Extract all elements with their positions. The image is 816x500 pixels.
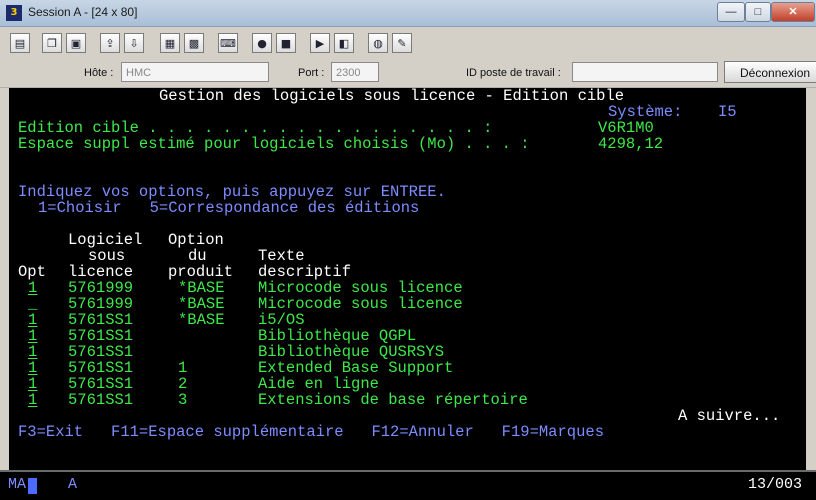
options-legend: 1=Choisir 5=Correspondance des éditions: [38, 199, 420, 217]
toolbar: ▤ ❐ ▣ ⇪ ⇩ ▦ ▩ ⌨ ● ■ ▶ ◧ ◍ ✎: [0, 27, 816, 60]
display-icon[interactable]: ▦: [160, 33, 180, 53]
row-product: 5761SS1: [68, 343, 134, 361]
header-opt: Opt: [18, 263, 46, 281]
globe-icon[interactable]: ◍: [368, 33, 388, 53]
row-text: Extensions de base répertoire: [258, 391, 528, 409]
instruction-text: Indiquez vos options, puis appuyez sur E…: [18, 183, 446, 201]
row-opt-input[interactable]: 1: [28, 376, 37, 392]
row-product: 5761SS1: [68, 311, 134, 329]
copy-icon[interactable]: ❐: [42, 33, 62, 53]
header-texte: Texte: [258, 247, 305, 265]
row-opt-input[interactable]: 1: [28, 280, 37, 296]
row-opt-input[interactable]: 1: [28, 392, 37, 408]
app-icon: 3: [6, 5, 22, 21]
row-option: 3: [178, 391, 188, 409]
status-ma: MA: [8, 476, 27, 493]
row-text: Extended Base Support: [258, 359, 454, 377]
function-keys[interactable]: F3=Exit F11=Espace supplémentaire F12=An…: [18, 424, 604, 440]
title-bar: 3 Session A - [24 x 80] — □ ✕: [0, 0, 816, 27]
target-edition-value: V6R1M0: [598, 119, 654, 137]
row-text: i5/OS: [258, 311, 305, 329]
send-icon[interactable]: ⇪: [100, 33, 120, 53]
row-option: *BASE: [178, 279, 225, 297]
macro-record-icon[interactable]: ●: [252, 33, 272, 53]
row-opt-input[interactable]: 1: [28, 360, 37, 376]
row-opt-input[interactable]: 1: [28, 328, 37, 344]
row-option: 2: [178, 375, 188, 393]
space-estimate-value: 4298,12: [598, 135, 664, 153]
header-produit: produit: [168, 263, 234, 281]
workstation-label: ID poste de travail :: [466, 67, 561, 79]
macro-stop-icon[interactable]: ■: [276, 33, 296, 53]
row-opt-input[interactable]: 1: [28, 344, 37, 360]
host-label: Hôte :: [84, 67, 114, 79]
disconnect-button[interactable]: Déconnexion: [724, 61, 816, 83]
row-product: 5761SS1: [68, 359, 134, 377]
system-value: I5: [718, 103, 737, 121]
macro-play-icon[interactable]: ▶: [310, 33, 330, 53]
system-label: Système:: [608, 103, 683, 121]
row-product: 5761SS1: [68, 375, 134, 393]
cursor-position: 13/003: [748, 476, 803, 493]
status-bar: MA A 13/003: [0, 470, 816, 500]
screen-title: Gestion des logiciels sous licence - Edi…: [159, 88, 625, 105]
target-edition-label: Edition cible . . . . . . . . . . . . . …: [18, 119, 493, 137]
status-mode: A: [68, 476, 78, 493]
row-product: 5761999: [68, 295, 134, 313]
pencil-icon[interactable]: ✎: [392, 33, 412, 53]
port-field[interactable]: 2300: [331, 62, 379, 82]
row-opt-input[interactable]: 1: [28, 312, 37, 328]
row-text: Aide en ligne: [258, 375, 379, 393]
row-text: Bibliothèque QUSRSYS: [258, 343, 445, 361]
header-logiciel: Logiciel: [68, 231, 143, 249]
header-descriptif: descriptif: [258, 263, 352, 281]
row-option: *BASE: [178, 295, 225, 313]
close-button[interactable]: ✕: [771, 2, 815, 22]
host-field[interactable]: HMC: [121, 62, 269, 82]
keyboard-icon[interactable]: ⌨: [218, 33, 238, 53]
macro-edit-icon[interactable]: ◧: [334, 33, 354, 53]
header-du: du: [188, 247, 207, 265]
space-estimate-label: Espace suppl estimé pour logiciels chois…: [18, 135, 530, 153]
cursor-indicator: [28, 478, 37, 494]
terminal-screen[interactable]: Gestion des logiciels sous licence - Edi…: [9, 88, 806, 470]
row-product: 5761SS1: [68, 327, 134, 345]
port-label: Port :: [298, 67, 325, 79]
row-opt-input[interactable]: _: [28, 296, 37, 312]
header-sous: sous: [88, 247, 126, 265]
connection-bar: Hôte : HMC Port : 2300 ID poste de trava…: [0, 59, 816, 88]
row-text: Microcode sous licence: [258, 279, 463, 297]
row-option: *BASE: [178, 311, 225, 329]
receive-icon[interactable]: ⇩: [124, 33, 144, 53]
header-licence: licence: [68, 263, 134, 281]
row-product: 5761999: [68, 279, 134, 297]
row-option: 1: [178, 359, 188, 377]
minimize-button[interactable]: —: [717, 2, 745, 22]
row-product: 5761SS1: [68, 391, 134, 409]
more-indicator: A suivre...: [678, 407, 781, 425]
window-title: Session A - [24 x 80]: [28, 5, 138, 19]
row-text: Bibliothèque QGPL: [258, 327, 417, 345]
row-text: Microcode sous licence: [258, 295, 463, 313]
maximize-button[interactable]: □: [745, 2, 771, 22]
print-screen-icon[interactable]: ▤: [10, 33, 30, 53]
paste-icon[interactable]: ▣: [66, 33, 86, 53]
keypad-icon[interactable]: ▩: [184, 33, 204, 53]
workstation-field[interactable]: [572, 62, 718, 82]
header-option: Option: [168, 231, 224, 249]
